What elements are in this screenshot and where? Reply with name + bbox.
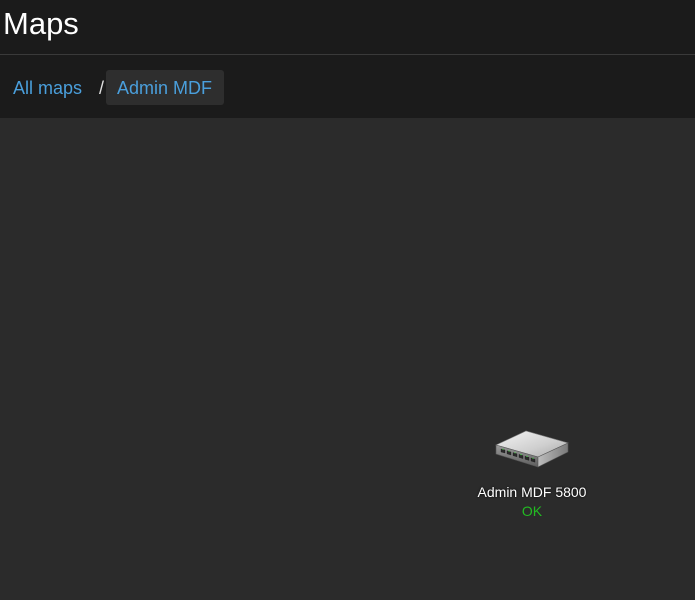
maps-page: Maps All maps / Admin MDF Admin MDF 5800… <box>0 0 695 600</box>
map-node-status: OK <box>521 503 543 519</box>
map-node-label: Admin MDF 5800 <box>477 484 587 500</box>
page-header: Maps <box>0 0 695 55</box>
breadcrumb-separator: / <box>99 78 105 98</box>
network-switch-icon[interactable] <box>492 423 572 473</box>
breadcrumb-current-map[interactable]: Admin MDF <box>106 70 225 105</box>
page-title: Maps <box>3 6 79 41</box>
map-canvas[interactable]: Admin MDF 5800 OK <box>0 118 695 600</box>
breadcrumb: All maps / Admin MDF <box>0 60 695 116</box>
breadcrumb-all-maps-link[interactable]: All maps <box>13 77 82 99</box>
map-node-device[interactable]: Admin MDF 5800 OK <box>462 423 602 519</box>
